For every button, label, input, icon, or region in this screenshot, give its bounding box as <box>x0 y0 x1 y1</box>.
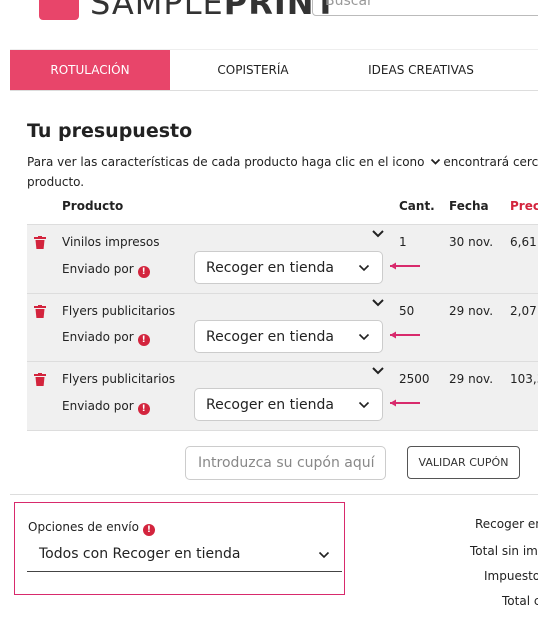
divider <box>10 494 538 495</box>
coupon-input[interactable]: Introduzca su cupón aquí <box>185 446 386 480</box>
coupon-placeholder: Introduzca su cupón aquí <box>198 455 375 471</box>
table-row: Flyers publicitarios 50 29 nov. 2,07 Env… <box>27 293 538 362</box>
table-row: Vinilos impresos 1 30 nov. 6,61 Enviado … <box>27 224 538 293</box>
arrow-left-icon <box>390 399 420 407</box>
shipping-options-value: Todos con Recoger en tienda <box>39 546 241 562</box>
item-qty: 1 <box>399 235 407 249</box>
item-price: 2,07 <box>510 304 537 318</box>
info-icon[interactable]: ! <box>137 403 150 415</box>
product-name: Flyers publicitarios <box>62 304 176 318</box>
main-nav: ROTULACIÓN COPISTERÍA IDEAS CREATIVAS <box>10 49 538 91</box>
shipping-select-value: Recoger en tienda <box>206 260 334 276</box>
header-product: Producto <box>62 199 124 213</box>
shipped-by-label: Enviado por! <box>62 330 150 346</box>
logo-icon <box>39 0 79 20</box>
item-date: 29 nov. <box>449 372 494 386</box>
trash-icon[interactable] <box>34 373 46 386</box>
item-date: 30 nov. <box>449 235 494 249</box>
info-icon[interactable]: ! <box>142 524 155 536</box>
tab-ideas-creativas[interactable]: IDEAS CREATIVAS <box>336 50 506 90</box>
shipped-by-label: Enviado por! <box>62 399 150 415</box>
chevron-down-icon <box>318 551 330 559</box>
header-date: Fecha <box>449 199 489 213</box>
shipping-select[interactable]: Recoger en tienda <box>194 388 383 421</box>
tab-copisteria[interactable]: COPISTERÍA <box>170 50 336 90</box>
validate-coupon-button[interactable]: VALIDAR CUPÓN <box>407 446 520 479</box>
shipping-select[interactable]: Recoger en tienda <box>194 320 383 353</box>
chevron-down-icon <box>431 158 441 165</box>
quote-description: Para ver las características de cada pro… <box>27 152 538 192</box>
search-input[interactable]: Buscar <box>312 0 538 16</box>
item-qty: 50 <box>399 304 415 318</box>
chevron-down-icon <box>358 401 370 409</box>
summary-total-label: Total c <box>502 594 538 608</box>
summary-total-without-tax-label: Total sin im <box>470 544 538 558</box>
chevron-down-icon[interactable] <box>371 296 385 310</box>
header-price: Prec <box>510 199 538 213</box>
shipping-select[interactable]: Recoger en tienda <box>194 251 383 284</box>
search-placeholder: Buscar <box>325 0 373 9</box>
description-text: Para ver las características de cada pro… <box>27 155 425 169</box>
chevron-down-icon[interactable] <box>371 227 385 241</box>
description-text-2: producto. <box>27 175 85 189</box>
shipped-by-label: Enviado por! <box>62 262 150 278</box>
page-title: Tu presupuesto <box>27 120 193 142</box>
product-name: Vinilos impresos <box>62 235 160 249</box>
table-row: Flyers publicitarios 2500 29 nov. 103,3 … <box>27 361 538 430</box>
shipping-options-label: Opciones de envío! <box>28 520 155 536</box>
header-qty: Cant. <box>399 199 435 213</box>
trash-icon[interactable] <box>34 305 46 318</box>
summary-pickup-label: Recoger en <box>475 517 538 531</box>
item-qty: 2500 <box>399 372 430 386</box>
logo-prefix: SAMPLE <box>90 0 224 22</box>
trash-icon[interactable] <box>34 236 46 249</box>
shipping-select-value: Recoger en tienda <box>206 397 334 413</box>
chevron-down-icon[interactable] <box>371 364 385 378</box>
description-text-end: encontrará cerca c <box>443 155 538 169</box>
info-icon[interactable]: ! <box>137 334 150 346</box>
chevron-down-icon <box>358 333 370 341</box>
tab-rotulacion[interactable]: ROTULACIÓN <box>10 50 170 90</box>
divider <box>27 430 538 431</box>
chevron-down-icon <box>358 264 370 272</box>
product-name: Flyers publicitarios <box>62 372 176 386</box>
shipping-options-panel: Opciones de envío! Todos con Recoger en … <box>14 502 345 595</box>
shipping-options-select[interactable]: Todos con Recoger en tienda <box>27 541 342 572</box>
arrow-left-icon <box>390 331 420 339</box>
item-price: 103,3 <box>510 372 538 386</box>
summary-tax-label: Impuesto <box>484 569 538 583</box>
item-price: 6,61 <box>510 235 537 249</box>
item-date: 29 nov. <box>449 304 494 318</box>
brand-logo[interactable]: SAMPLEPRINT <box>90 0 337 22</box>
info-icon[interactable]: ! <box>137 266 150 278</box>
shipping-select-value: Recoger en tienda <box>206 329 334 345</box>
arrow-left-icon <box>390 262 420 270</box>
